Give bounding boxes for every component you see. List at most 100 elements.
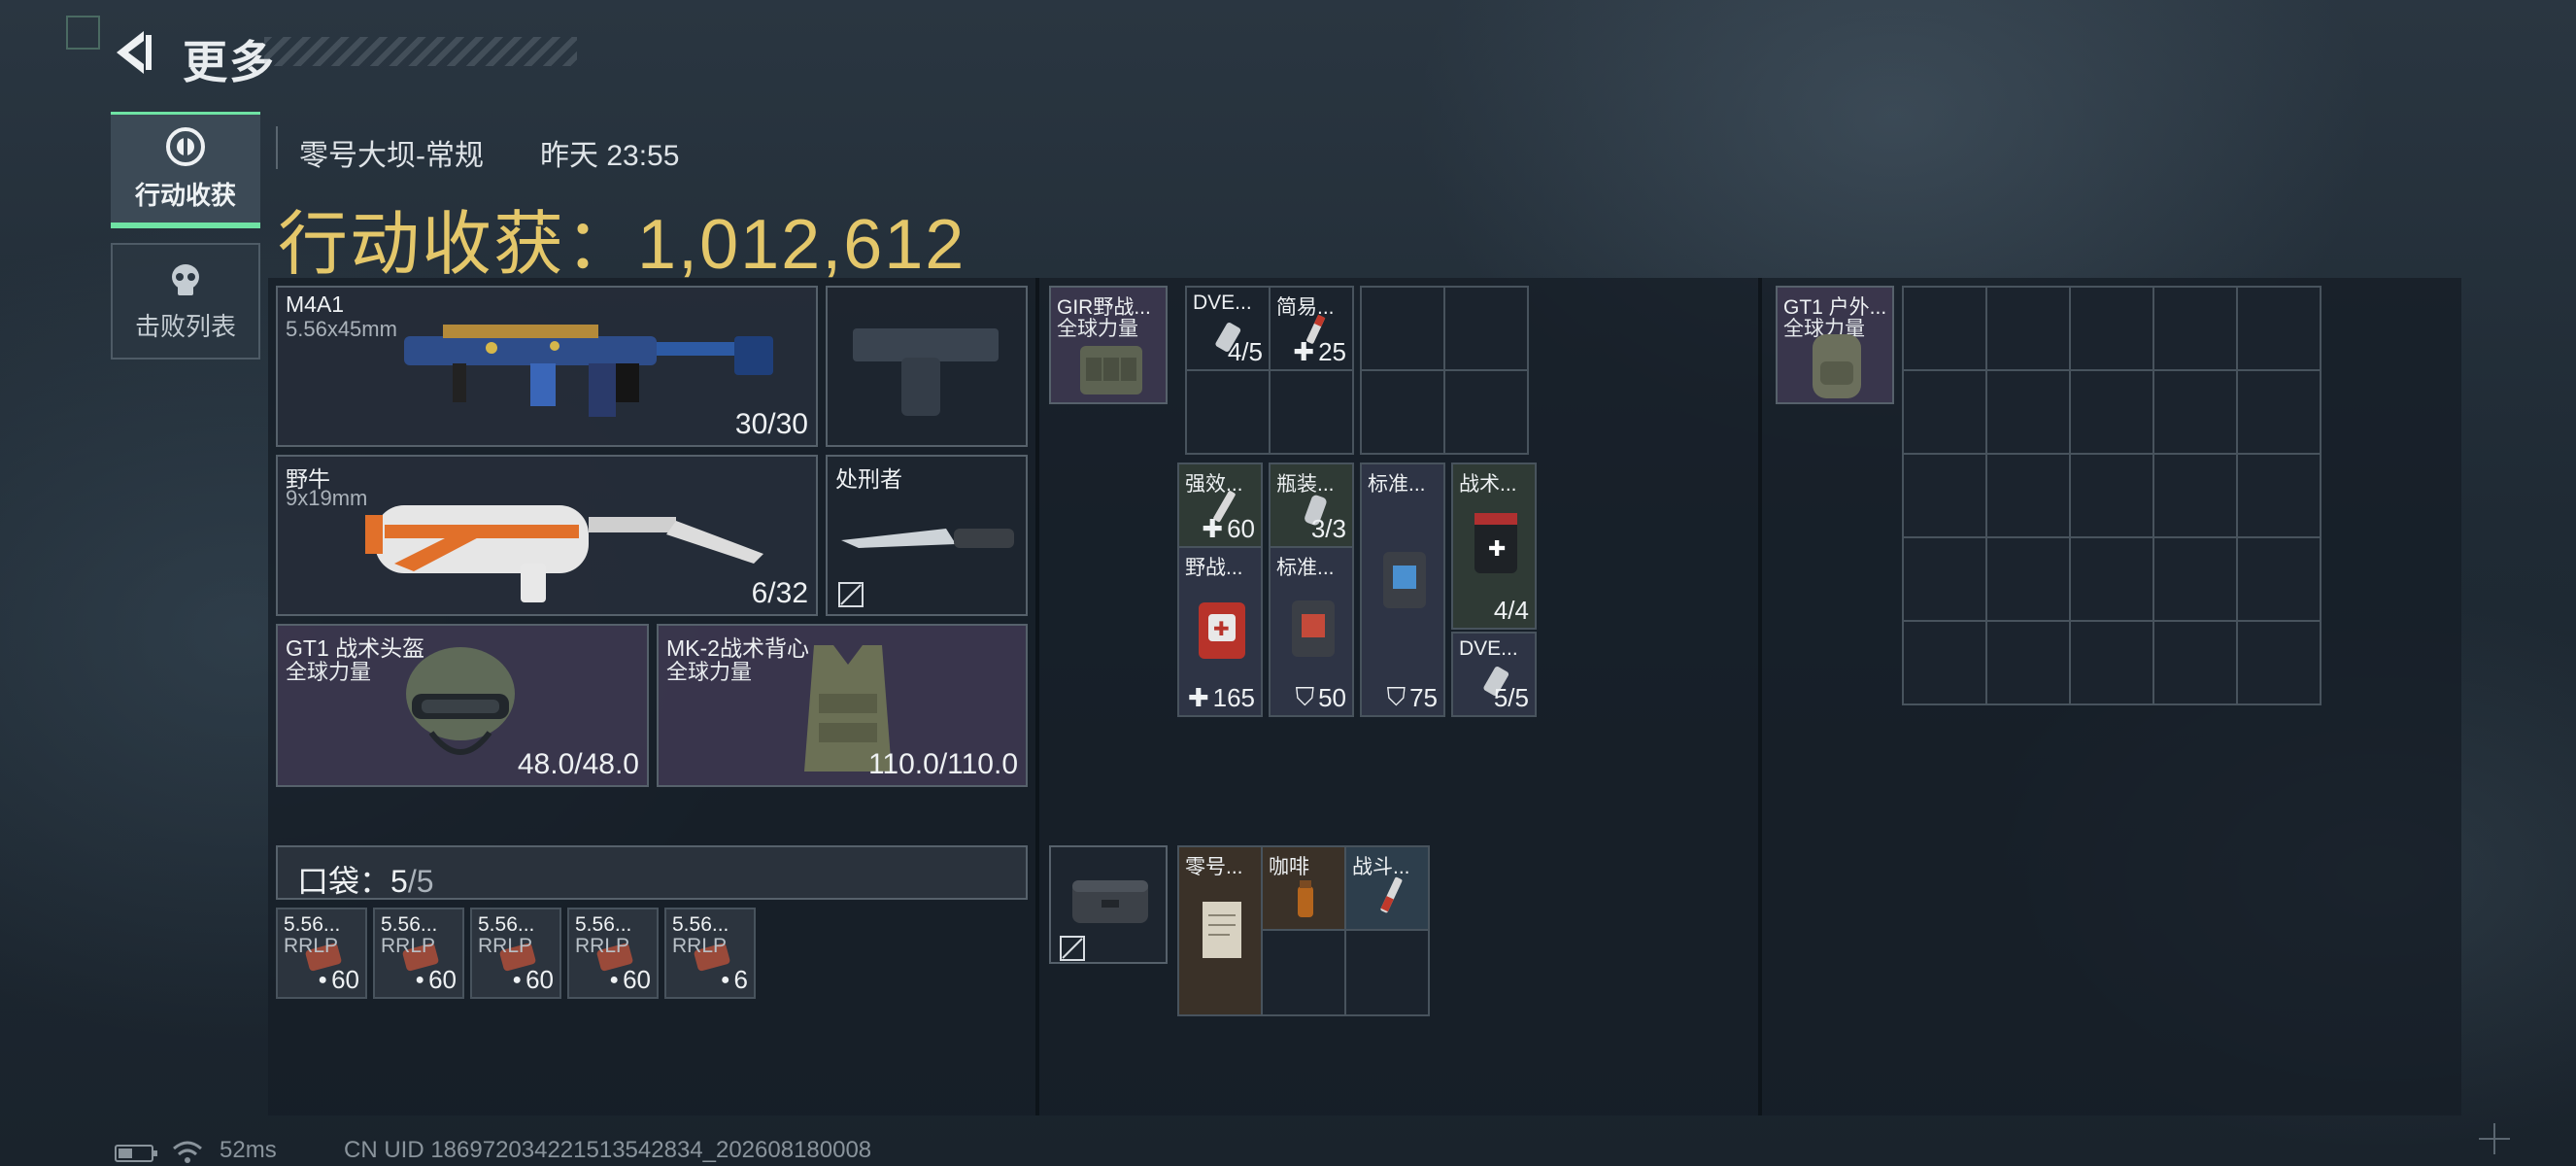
backpack-slot[interactable]: GT1 户外... 全球力量 [1776, 286, 1894, 404]
uid-label: CN UID 18697203422151354283​4_2026081800… [344, 1137, 872, 1163]
item-value: ● 60 [415, 965, 457, 995]
backpack-empty-cell[interactable] [2152, 453, 2238, 538]
item-value: ✚ 60 [1202, 514, 1255, 544]
item-name: 战术... [1459, 473, 1517, 496]
secure-case-icon [1072, 880, 1148, 923]
vest-item[interactable]: 标准... ⛉ 50 [1269, 546, 1354, 717]
helmet-slot[interactable]: GT1 战术头盔 全球力量 48.0/48.0 [276, 624, 649, 787]
shield-icon: ⛉ [1386, 682, 1407, 711]
backpack-empty-cell[interactable] [1985, 286, 2071, 371]
pocket-item[interactable]: 5.56... RRLP ● 60 [567, 908, 659, 999]
backpack-empty-cell[interactable] [2152, 369, 2238, 455]
pocket-item[interactable]: 5.56... RRLP ● 60 [373, 908, 464, 999]
backpack-empty-cell[interactable] [2236, 286, 2322, 371]
vest-item[interactable]: 强效... ✚ 60 [1177, 463, 1263, 548]
backpack-empty-cell[interactable] [1985, 620, 2071, 705]
pocket-item[interactable]: 5.56... RRLP ● 60 [470, 908, 561, 999]
backpack-empty-cell[interactable] [2236, 453, 2322, 538]
pocket-item[interactable]: 5.56... RRLP ● 60 [276, 908, 367, 999]
heal-icon: ✚ [1202, 514, 1224, 543]
shield-icon: ⛉ [1295, 682, 1315, 711]
secure-box-item[interactable]: 战斗... [1344, 845, 1430, 931]
document-icon [1203, 902, 1241, 958]
rig-empty-cell[interactable] [1443, 369, 1529, 455]
vest-item[interactable]: 战术... ✚ 4/4 [1451, 463, 1537, 630]
item-value-text: 60 [623, 965, 651, 994]
weapon-ammo: 30/30 [734, 408, 808, 440]
secure-box-item[interactable]: 零号... [1177, 845, 1263, 1016]
backpack-empty-cell[interactable] [2069, 369, 2154, 455]
vest-item[interactable]: 瓶装... 3/3 [1269, 463, 1354, 548]
item-value-text: 75 [1409, 682, 1438, 712]
no-insurance-icon [838, 582, 864, 607]
vest-item[interactable]: DVE... 5/5 [1451, 632, 1537, 717]
pocket-item[interactable]: 5.56... RRLP ● 6 [664, 908, 756, 999]
bullet-icon: ● [318, 971, 328, 988]
corner-marker [66, 16, 100, 50]
pocket-label: 口袋：5/5 [297, 857, 434, 902]
secondary-weapon-slot[interactable]: 野牛 9x19mm 6/32 [276, 455, 818, 616]
backpack-empty-cell[interactable] [2069, 286, 2154, 371]
item-value: ● 60 [609, 965, 651, 995]
rig-item[interactable]: DVE... 4/5 [1185, 286, 1271, 371]
backpack-empty-cell[interactable] [1985, 453, 2071, 538]
pocket-capacity: /5 [407, 864, 434, 899]
backpack-empty-cell[interactable] [1985, 536, 2071, 622]
skull-icon [172, 263, 199, 295]
vest-item[interactable]: 野战... ✚ ✚ 165 [1177, 546, 1263, 717]
backpack-empty-cell[interactable] [2152, 620, 2238, 705]
secure-box-slot[interactable] [1049, 845, 1168, 964]
backpack-empty-cell[interactable] [1902, 620, 1987, 705]
backpack-empty-cell[interactable] [2069, 536, 2154, 622]
rig-empty-cell[interactable] [1185, 369, 1271, 455]
rig-empty-cell[interactable] [1360, 286, 1445, 371]
armor-plate-kit-icon [1383, 552, 1426, 608]
bullet-icon: ● [609, 971, 620, 988]
backpack-empty-cell[interactable] [1902, 453, 1987, 538]
item-value-text: 60 [1227, 514, 1255, 543]
tab-loot[interactable]: 行动收获 [111, 112, 260, 228]
item-name: 标准... [1276, 557, 1335, 579]
pistol-slot[interactable] [826, 286, 1028, 447]
item-sub: RRLP [381, 935, 436, 957]
backpack-empty-cell[interactable] [1985, 369, 2071, 455]
backpack-empty-cell[interactable] [1902, 536, 1987, 622]
item-sub: RRLP [672, 935, 728, 957]
melee-slot[interactable]: 处刑者 [826, 455, 1028, 616]
backpack-empty-cell[interactable] [2152, 536, 2238, 622]
backpack-empty-cell[interactable] [1902, 369, 1987, 455]
item-value-text: 50 [1318, 682, 1346, 712]
backpack-empty-cell[interactable] [1902, 286, 1987, 371]
backpack-empty-cell[interactable] [2236, 620, 2322, 705]
tab-kill-list[interactable]: 击败列表 [111, 243, 260, 360]
melee-name: 处刑者 [835, 466, 902, 492]
vest-item[interactable]: 标准... ⛉ 75 [1360, 463, 1445, 717]
back-button[interactable] [109, 27, 159, 78]
crosshair-corner-icon [2479, 1123, 2510, 1154]
secure-box-empty-cell[interactable] [1344, 929, 1430, 1016]
rig-empty-cell[interactable] [1360, 369, 1445, 455]
rig-empty-cell[interactable] [1269, 369, 1354, 455]
primary-weapon-slot[interactable]: M4A1 5.56x45mm 30/30 [276, 286, 818, 447]
secure-box-empty-cell[interactable] [1261, 929, 1346, 1016]
armor-slot[interactable]: MK-2战术背心 全球力量 110.0/110.0 [657, 624, 1028, 787]
medkit-icon: ✚ [1474, 513, 1517, 573]
bullet-icon: ● [415, 971, 425, 988]
backpack-empty-cell[interactable] [2236, 369, 2322, 455]
chest-rig-slot[interactable]: GIR野战... 全球力量 [1049, 286, 1168, 404]
item-value: ● 6 [721, 965, 748, 995]
item-value-text: 6 [733, 965, 748, 994]
weapon-name: M4A1 [286, 292, 345, 317]
rig-item[interactable]: 简易... ✚ 25 [1269, 286, 1354, 371]
backpack-empty-cell[interactable] [2152, 286, 2238, 371]
loot-total-label: 行动收获： [278, 206, 638, 284]
loot-icon [166, 127, 205, 166]
secure-box-item[interactable]: 咖啡 [1261, 845, 1346, 931]
backpack-empty-cell[interactable] [2236, 536, 2322, 622]
rig-empty-cell[interactable] [1443, 286, 1529, 371]
combat-stim-icon [1380, 876, 1403, 913]
backpack-empty-cell[interactable] [2069, 620, 2154, 705]
weapon-ammo: 6/32 [751, 577, 808, 609]
item-name: 5.56... [381, 913, 438, 936]
backpack-empty-cell[interactable] [2069, 453, 2154, 538]
